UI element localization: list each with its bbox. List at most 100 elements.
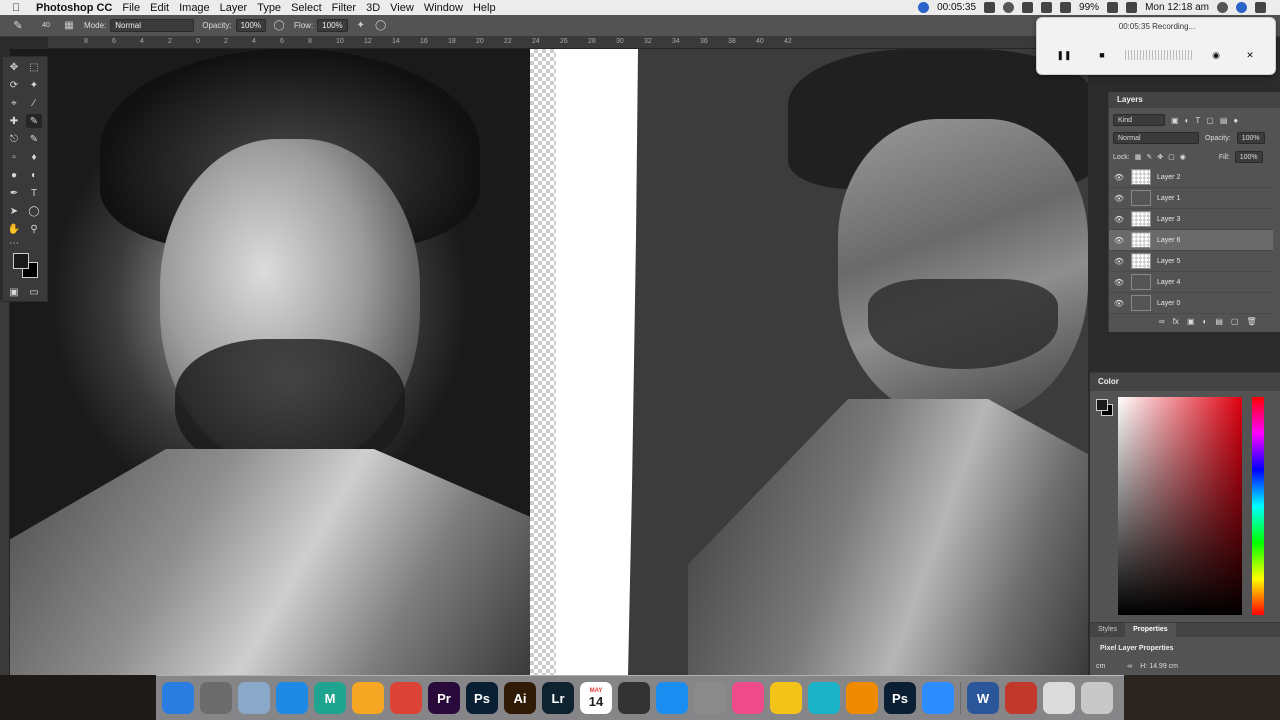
layer-opacity-field[interactable]: 100%: [1236, 132, 1265, 144]
brush-panel-icon[interactable]: ▦: [62, 19, 76, 33]
filter-adjustment-icon[interactable]: ◐: [1185, 116, 1190, 125]
preview-icon[interactable]: [238, 682, 270, 714]
h-value[interactable]: 14.99 cm: [1149, 663, 1178, 670]
layer-row-2[interactable]: 👁 Layer 2: [1109, 167, 1273, 188]
premiere-icon[interactable]: Pr: [428, 682, 460, 714]
flag-icon[interactable]: [1126, 2, 1138, 13]
menu-view[interactable]: View: [390, 2, 414, 14]
final-cut-icon[interactable]: [618, 682, 650, 714]
menu-type[interactable]: Type: [257, 2, 281, 14]
zoom-tool-icon[interactable]: ⚲: [26, 222, 42, 236]
chrome-icon[interactable]: [390, 682, 422, 714]
photoshop-2-icon[interactable]: Ps: [884, 682, 916, 714]
menu-filter[interactable]: Filter: [332, 2, 356, 14]
filter-toggle-icon[interactable]: ●: [1233, 116, 1238, 125]
calendar-icon[interactable]: MAY 14: [580, 682, 612, 714]
airbrush-icon[interactable]: ✦: [354, 19, 368, 33]
filter-kind-select[interactable]: Kind: [1113, 114, 1165, 126]
sharing-icon[interactable]: [808, 682, 840, 714]
color-panel-title[interactable]: Color: [1090, 373, 1280, 391]
app-name[interactable]: Photoshop CC: [36, 2, 112, 14]
new-group-icon[interactable]: ▤: [1215, 317, 1223, 329]
visibility-eye-icon[interactable]: 👁: [1109, 173, 1129, 182]
word-icon[interactable]: W: [967, 682, 999, 714]
filter-pixel-icon[interactable]: ▣: [1171, 116, 1179, 125]
link-layers-icon[interactable]: ∞: [1159, 317, 1165, 329]
notification-center-icon[interactable]: [1255, 2, 1266, 13]
tab-properties[interactable]: Properties: [1125, 623, 1176, 637]
visibility-eye-icon[interactable]: 👁: [1109, 236, 1129, 245]
hand-tool-icon[interactable]: ✋: [6, 222, 22, 236]
dodge-tool-icon[interactable]: ◐: [26, 168, 42, 182]
visibility-eye-icon[interactable]: 👁: [1109, 194, 1129, 203]
trash-icon[interactable]: [1081, 682, 1113, 714]
brush-tool-preset-icon[interactable]: ✎: [8, 18, 28, 34]
delete-layer-icon[interactable]: 🗑: [1246, 317, 1256, 329]
itunes-icon[interactable]: [732, 682, 764, 714]
zoom-icon[interactable]: [922, 682, 954, 714]
filter-smart-object-icon[interactable]: ▤: [1220, 116, 1228, 125]
fill-field[interactable]: 100%: [1234, 151, 1263, 163]
magic-wand-tool-icon[interactable]: ✦: [26, 78, 42, 92]
volume-icon[interactable]: [1060, 2, 1072, 13]
brush-size-picker[interactable]: 40: [36, 18, 56, 34]
layer-row-1[interactable]: 👁 Layer 1: [1109, 188, 1273, 209]
visibility-eye-icon[interactable]: 👁: [1109, 257, 1129, 266]
type-tool-icon[interactable]: T: [26, 186, 42, 200]
ellipse-tool-icon[interactable]: ◯: [26, 204, 42, 218]
move-tool-icon[interactable]: ✥: [6, 60, 22, 74]
launchpad-icon[interactable]: [200, 682, 232, 714]
tab-styles[interactable]: Styles: [1090, 623, 1125, 637]
clone-stamp-tool-icon[interactable]: ⎋: [6, 132, 22, 146]
illustrator-icon[interactable]: Ai: [504, 682, 536, 714]
stop-recording-button[interactable]: ■: [1093, 46, 1111, 64]
lightroom-icon[interactable]: Lr: [542, 682, 574, 714]
document-icon[interactable]: [1043, 682, 1075, 714]
display-icon[interactable]: [1041, 2, 1053, 13]
crop-tool-icon[interactable]: ⌖: [6, 96, 22, 110]
stream-icon[interactable]: [770, 682, 802, 714]
layer-style-icon[interactable]: fx: [1173, 317, 1179, 329]
eyedropper-tool-icon[interactable]: ⁄: [26, 96, 42, 110]
siri-icon[interactable]: [1236, 2, 1247, 13]
lasso-tool-icon[interactable]: ⟳: [6, 78, 22, 92]
filter-type-icon[interactable]: T: [1195, 116, 1200, 125]
lock-position-icon[interactable]: ✥: [1157, 153, 1163, 161]
sync-icon[interactable]: [1003, 2, 1015, 13]
path-selection-tool-icon[interactable]: ➤: [6, 204, 22, 218]
foreground-color-swatch[interactable]: [13, 253, 29, 269]
filter-shape-icon[interactable]: ▢: [1206, 116, 1214, 125]
lock-all-icon[interactable]: ◉: [1180, 153, 1186, 161]
pen-tool-icon[interactable]: ✒: [6, 186, 22, 200]
photoshop-icon[interactable]: Ps: [466, 682, 498, 714]
layer-row-6[interactable]: 👁 Layer 6: [1109, 230, 1273, 251]
layer-row-0[interactable]: 👁 Layer 0: [1109, 293, 1273, 314]
battery-icon[interactable]: [1107, 2, 1119, 13]
lock-transparent-icon[interactable]: ▦: [1135, 153, 1142, 161]
menu-help[interactable]: Help: [473, 2, 496, 14]
blur-tool-icon[interactable]: ●: [6, 168, 22, 182]
apple-menu-icon[interactable]: : [12, 2, 26, 14]
photos-icon[interactable]: [352, 682, 384, 714]
recording-status-icon[interactable]: [918, 2, 930, 13]
eraser-tool-icon[interactable]: ▫: [6, 150, 22, 164]
menu-edit[interactable]: Edit: [150, 2, 169, 14]
battery-level[interactable]: 99%: [1079, 2, 1099, 13]
history-brush-tool-icon[interactable]: ✎: [26, 132, 42, 146]
clock[interactable]: Mon 12:18 am: [1145, 2, 1209, 13]
color-swatches[interactable]: [13, 253, 39, 279]
menu-3d[interactable]: 3D: [366, 2, 380, 14]
paint-bucket-tool-icon[interactable]: ♦: [26, 150, 42, 164]
pressure-opacity-icon[interactable]: ◯: [272, 19, 286, 33]
color-picker-field[interactable]: [1118, 397, 1242, 615]
marquee-tool-icon[interactable]: ⬚: [26, 60, 42, 74]
system-preferences-icon[interactable]: [694, 682, 726, 714]
flow-field[interactable]: 100%: [317, 19, 348, 32]
finder-icon[interactable]: [162, 682, 194, 714]
lock-artboard-icon[interactable]: ▢: [1168, 153, 1175, 161]
hue-slider[interactable]: [1252, 397, 1264, 615]
wifi-icon[interactable]: [1022, 2, 1034, 13]
lock-pixels-icon[interactable]: ✎: [1146, 153, 1152, 161]
quick-mask-icon[interactable]: ▣: [6, 285, 22, 299]
menu-select[interactable]: Select: [291, 2, 322, 14]
